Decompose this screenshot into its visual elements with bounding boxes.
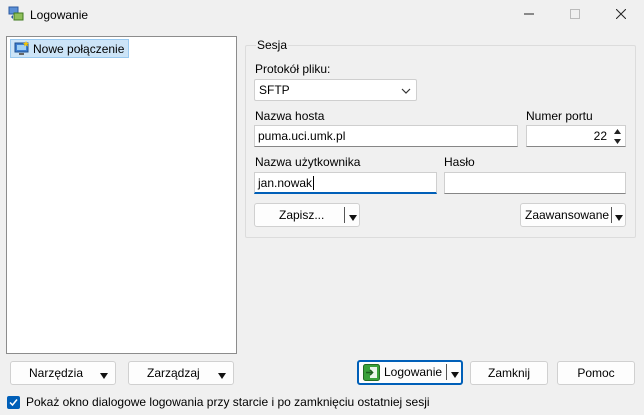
maximize-button[interactable] — [552, 0, 598, 30]
minimize-icon — [524, 8, 534, 22]
minimize-button[interactable] — [506, 0, 552, 30]
show-dialog-label[interactable]: Pokaż okno dialogowe logowania przy star… — [26, 395, 430, 409]
user-label: Nazwa użytkownika — [255, 155, 361, 169]
text-caret — [313, 175, 315, 190]
port-value: 22 — [593, 129, 607, 143]
title-bar[interactable]: Logowanie — [0, 0, 644, 30]
site-item-label: Nowe połączenie — [33, 41, 125, 56]
site-item-new-connection[interactable]: Nowe połączenie — [10, 39, 130, 58]
save-button-label: Zapisz... — [279, 208, 325, 222]
new-site-computer-icon — [14, 41, 30, 57]
protocol-value: SFTP — [259, 83, 290, 97]
host-input[interactable]: puma.uci.umk.pl — [254, 125, 518, 147]
port-label: Numer portu — [526, 109, 593, 123]
port-spinner[interactable]: 22 — [526, 125, 626, 147]
spin-down-icon[interactable] — [611, 136, 624, 146]
show-dialog-checkbox[interactable] — [7, 396, 20, 409]
login-icon — [363, 364, 380, 381]
dropdown-arrow-icon — [99, 369, 109, 379]
tools-button-label: Narzędzia — [29, 366, 84, 380]
spin-up-icon[interactable] — [611, 126, 624, 136]
split-separator — [611, 207, 612, 223]
close-window-button[interactable] — [598, 0, 644, 30]
close-icon — [615, 8, 627, 22]
split-separator — [446, 364, 447, 380]
help-button-label: Pomoc — [577, 366, 615, 380]
user-input[interactable]: jan.nowak — [254, 172, 437, 194]
login-button-label: Logowanie — [384, 365, 443, 379]
host-value: puma.uci.umk.pl — [258, 129, 346, 143]
close-button[interactable]: Zamknij — [470, 361, 548, 385]
close-button-label: Zamknij — [487, 366, 530, 380]
tools-button[interactable]: Narzędzia — [10, 361, 116, 385]
protocol-select[interactable]: SFTP — [254, 79, 417, 101]
login-dialog: Logowanie Nowe połączenie Sesja Protokół… — [0, 0, 644, 415]
manage-button[interactable]: Zarządzaj — [128, 361, 234, 385]
advanced-button[interactable]: Zaawansowane — [520, 203, 626, 227]
dropdown-arrow-icon — [217, 369, 227, 379]
password-input[interactable] — [444, 172, 626, 194]
manage-button-label: Zarządzaj — [147, 366, 200, 380]
session-group-label: Sesja — [256, 38, 289, 52]
winscp-app-icon — [8, 6, 24, 22]
site-list[interactable]: Nowe połączenie — [6, 36, 237, 354]
protocol-label: Protokół pliku: — [255, 62, 331, 76]
password-label: Hasło — [444, 155, 475, 169]
dropdown-arrow-icon[interactable] — [614, 211, 624, 221]
dropdown-arrow-icon[interactable] — [450, 368, 460, 378]
window-title: Logowanie — [30, 8, 89, 22]
host-label: Nazwa hosta — [255, 109, 325, 123]
maximize-icon — [570, 8, 580, 22]
save-button[interactable]: Zapisz... — [254, 203, 360, 227]
advanced-button-label: Zaawansowane — [525, 208, 610, 222]
dropdown-arrow-icon[interactable] — [348, 211, 358, 221]
login-button[interactable]: Logowanie — [357, 360, 463, 385]
chevron-down-icon — [401, 85, 411, 95]
split-separator — [344, 207, 345, 223]
checkmark-icon — [9, 396, 18, 410]
help-button[interactable]: Pomoc — [557, 361, 635, 385]
user-value: jan.nowak — [258, 175, 313, 190]
